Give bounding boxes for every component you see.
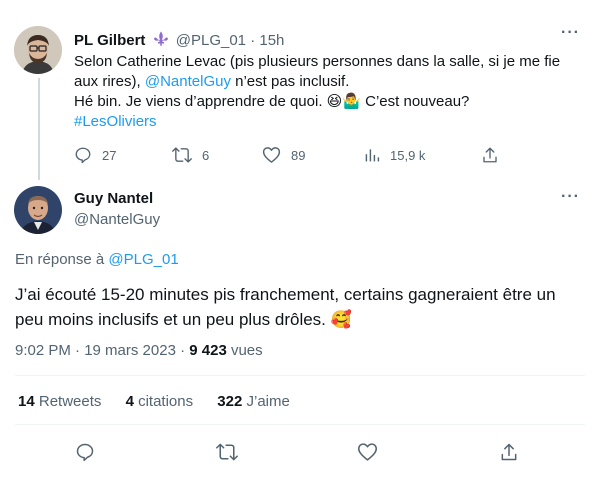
tweet2-like-button[interactable]	[357, 442, 378, 467]
avatar-guy-nantel-image	[14, 186, 62, 234]
tweet1-views-action[interactable]: 15,9 k	[364, 145, 425, 165]
tweet1-reply-count: 27	[102, 147, 117, 163]
tweet1-line2-pre: aux rires),	[74, 73, 145, 90]
tweet2-handle[interactable]: @NantelGuy	[74, 211, 160, 228]
divider-bottom	[15, 424, 585, 425]
tweet2-views-count: 9 423	[189, 342, 227, 359]
tweet1-separator: ·	[250, 32, 256, 49]
tweet1-reply-action[interactable]: 27	[74, 145, 116, 165]
tweet1-header: PL Gilbert @PLG_01 · 15h	[74, 30, 284, 52]
tweet1-view-count: 15,9 k	[390, 147, 426, 163]
tweet1-line2-post: n’est pas inclusif.	[230, 73, 350, 90]
tweet2-share-button[interactable]	[499, 442, 519, 467]
tweet1-more-icon[interactable]: ···	[561, 25, 580, 41]
tweet2-views-label: vues	[226, 342, 263, 359]
tweet2-body: J’ai écouté 15-20 minutes pis franchemen…	[15, 282, 585, 332]
reply-to-link[interactable]: @PLG_01	[108, 251, 178, 268]
reply-context: En réponse à @PLG_01	[15, 251, 179, 268]
tweet2-timestamp[interactable]: 9:02 PM · 19 mars 2023 ·	[15, 342, 189, 359]
retweet-icon	[216, 443, 238, 461]
thread-connector-line	[38, 78, 40, 180]
tweet1-handle[interactable]: @PLG_01	[176, 32, 246, 49]
tweet1-like-count: 89	[291, 147, 306, 163]
share-icon	[483, 147, 497, 163]
tweet2-more-icon[interactable]: ···	[561, 189, 580, 205]
tweet1-line3: Hé bin. Je viens d’apprendre de quoi. 😆🤷…	[74, 93, 470, 110]
heart-icon	[357, 443, 378, 461]
tweet1-like-action[interactable]: 89	[262, 145, 305, 165]
stats-likes[interactable]: 322 J’aime	[217, 393, 290, 410]
tweet1-hashtag-link[interactable]: #LesOliviers	[74, 112, 574, 132]
tweet1-author-name[interactable]: PL Gilbert	[74, 32, 145, 49]
tweet1-retweet-action[interactable]: 6	[172, 145, 209, 165]
tweet2-line2: peu moins inclusifs et un peu plus drôle…	[15, 310, 352, 329]
reply-icon	[75, 147, 91, 164]
divider-top	[15, 375, 585, 376]
avatar-pl-gilbert[interactable]	[14, 26, 62, 74]
reply-prefix: En réponse à	[15, 251, 109, 268]
reply-icon	[76, 443, 94, 462]
tweet2-meta: 9:02 PM · 19 mars 2023 · 9 423 vues	[15, 342, 263, 359]
tweet2-author-name[interactable]: Guy Nantel	[74, 190, 153, 207]
retweet-icon	[172, 147, 192, 163]
tweet1-line2: aux rires), @NantelGuy n’est pas inclusi…	[74, 72, 574, 92]
stats-quotes[interactable]: 4 citations	[126, 393, 194, 410]
stats-quotes-count: 4	[125, 393, 134, 410]
tweet1-time[interactable]: 15h	[259, 32, 284, 49]
share-icon	[501, 443, 517, 461]
stats-likes-label: J’aime	[242, 393, 290, 410]
stats-retweets[interactable]: 14 Retweets	[18, 393, 101, 410]
stats-retweets-count: 14	[18, 393, 35, 410]
stats-quotes-label: citations	[133, 393, 194, 410]
analytics-icon	[365, 149, 380, 162]
tweet1-body: Selon Catherine Levac (pis plusieurs per…	[74, 52, 574, 132]
tweet2-stats: 14 Retweets 4 citations 322 J’aime	[18, 393, 310, 410]
tweet1-share-action[interactable]	[481, 145, 499, 165]
avatar-guy-nantel[interactable]	[14, 186, 62, 234]
tweet2-reply-button[interactable]	[75, 442, 95, 467]
tweet1-mention-link[interactable]: @NantelGuy	[145, 73, 231, 90]
heart-icon	[262, 147, 281, 163]
stats-likes-count: 322	[217, 393, 243, 410]
tweet1-retweet-count: 6	[202, 147, 210, 163]
fleur-de-lis-icon	[152, 30, 170, 52]
tweet2-retweet-button[interactable]	[216, 442, 238, 467]
avatar-pl-gilbert-image	[14, 26, 62, 74]
stats-retweets-label: Retweets	[34, 393, 102, 410]
tweet1-line1: Selon Catherine Levac (pis plusieurs per…	[74, 53, 561, 70]
tweet2-line1: J’ai écouté 15-20 minutes pis franchemen…	[15, 285, 556, 304]
